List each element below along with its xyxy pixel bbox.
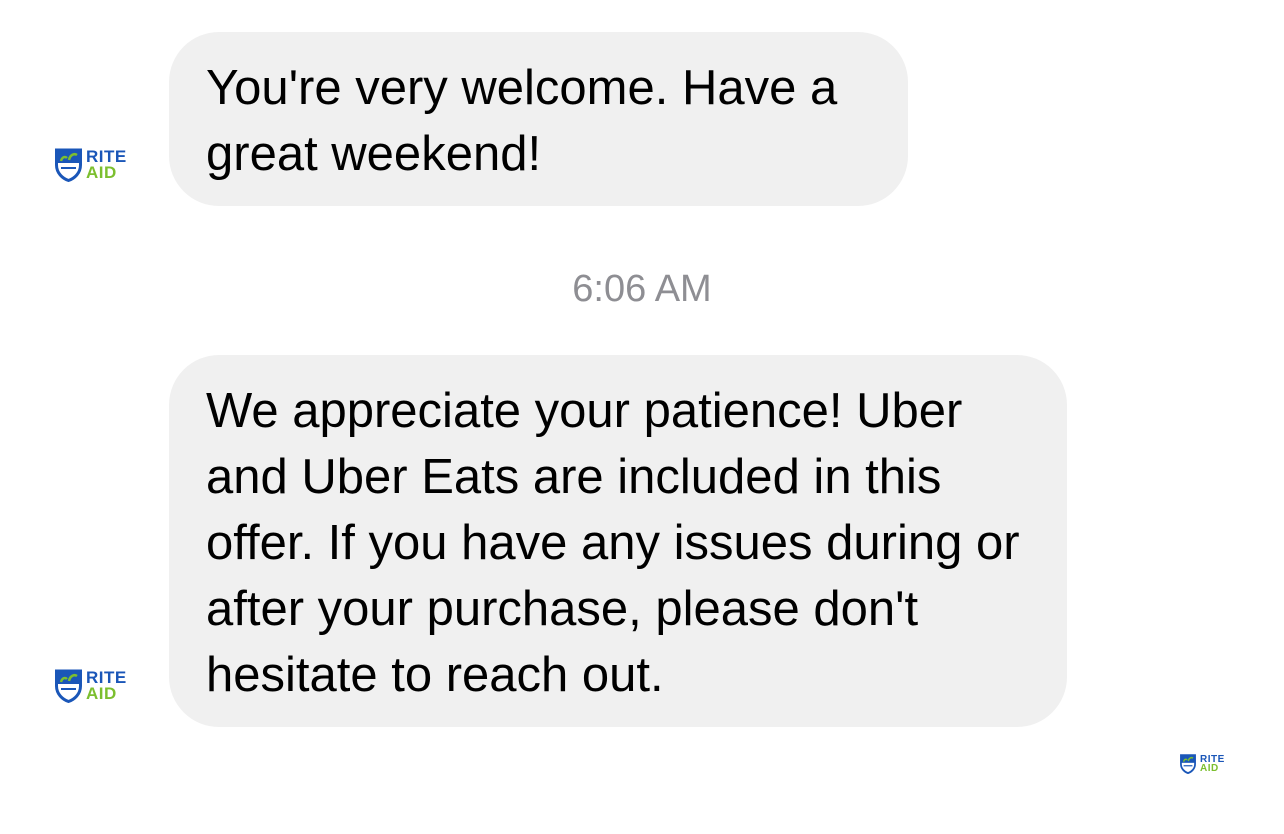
- rite-aid-wordmark: RITE AID: [86, 668, 127, 703]
- message-timestamp: 6:06 AM: [572, 268, 712, 310]
- message-text: You're very welcome. Have a great weeken…: [206, 61, 838, 181]
- sender-avatar[interactable]: RITE AID: [55, 148, 127, 182]
- rite-aid-shield-icon: [1180, 754, 1196, 774]
- message-text: We appreciate your patience! Uber and Ub…: [206, 384, 1020, 702]
- message-bubble[interactable]: We appreciate your patience! Uber and Ub…: [169, 355, 1067, 727]
- read-receipt-avatar: RITE AID: [1180, 754, 1225, 774]
- rite-aid-shield-icon: [55, 669, 82, 703]
- sender-avatar[interactable]: RITE AID: [55, 669, 127, 703]
- message-bubble[interactable]: You're very welcome. Have a great weeken…: [169, 32, 908, 206]
- rite-aid-shield-icon: [55, 148, 82, 182]
- rite-aid-wordmark: RITE AID: [86, 147, 127, 182]
- rite-aid-wordmark: RITE AID: [1200, 754, 1225, 774]
